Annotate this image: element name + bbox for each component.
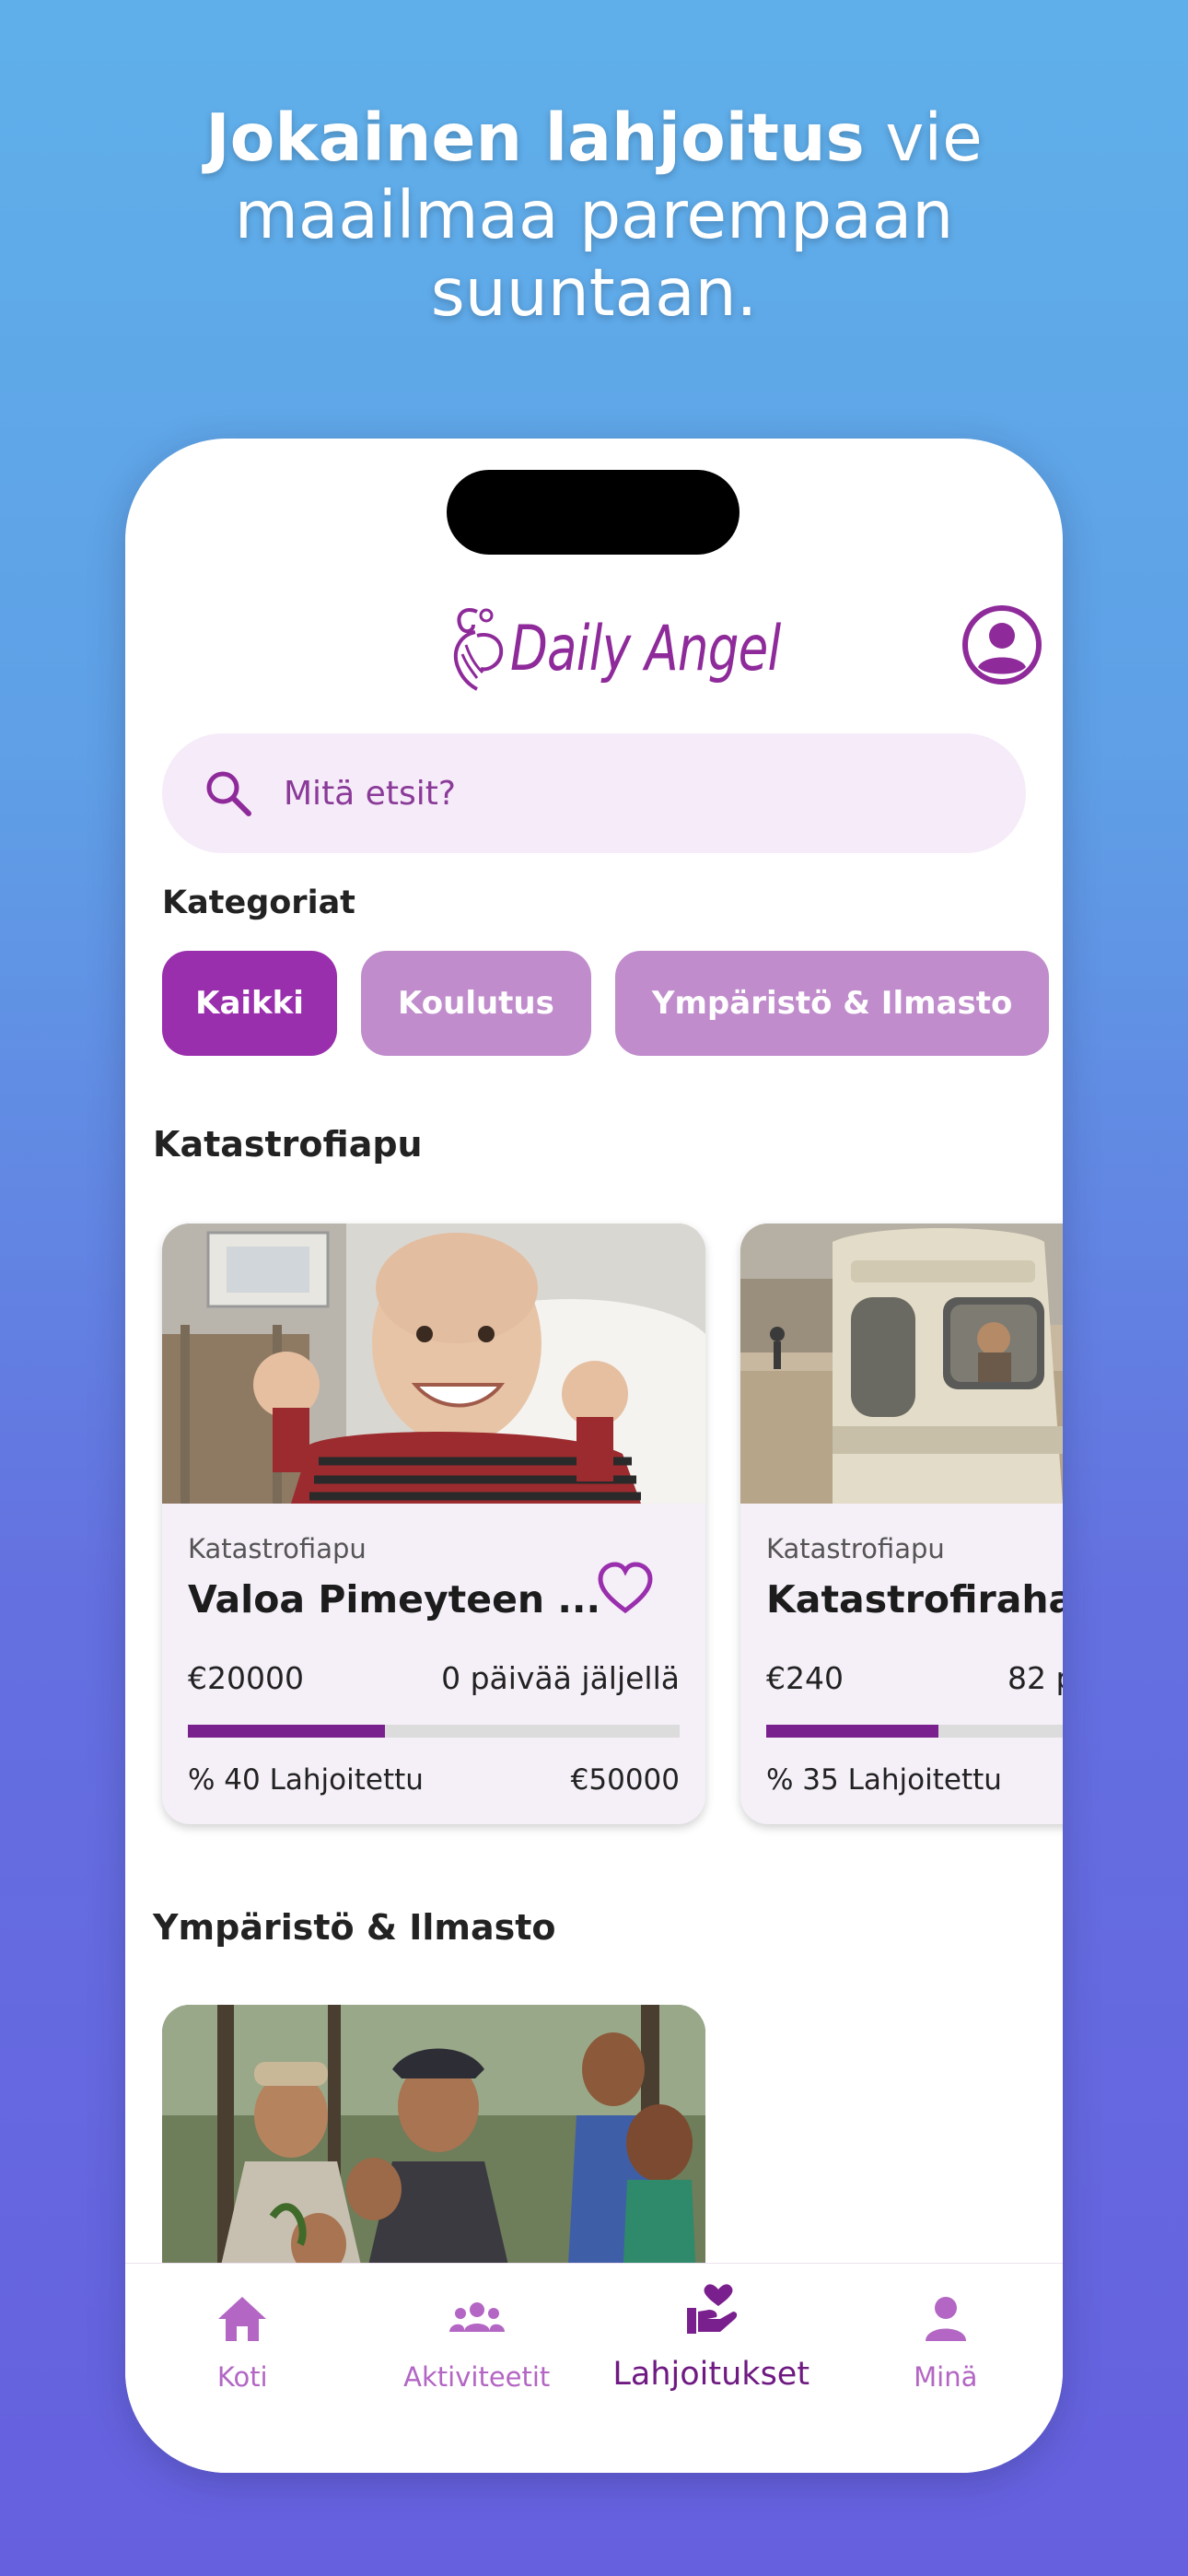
profile-button[interactable] — [961, 604, 1042, 685]
campaign-card[interactable]: Katastrofiapu Katastrofirahas €240 82 p … — [740, 1224, 1063, 1824]
section-title-katastrofiapu: Katastrofiapu — [153, 1124, 423, 1165]
tab-label: Aktiviteetit — [403, 2361, 551, 2393]
tab-label: Lahjoitukset — [612, 2356, 810, 2393]
campaign-photo-children-forest — [162, 2005, 705, 2281]
home-icon — [218, 2297, 267, 2341]
campaign-title: Valoa Pimeyteen ... — [188, 1577, 601, 1622]
angel-logo-icon — [453, 608, 504, 691]
headline-bold: Jokainen lahjoitus — [205, 100, 865, 176]
chip-koulutus[interactable]: Koulutus — [361, 951, 591, 1056]
tab-aktiviteetit[interactable]: Aktiviteetit — [360, 2264, 595, 2473]
campaign-raised: €20000 — [188, 1660, 304, 1696]
promo-headline: Jokainen lahjoitus vie maailmaa parempaa… — [0, 100, 1188, 332]
katastrofiapu-cards: Katastrofiapu Valoa Pimeyteen ... €20000… — [162, 1224, 1063, 1824]
progress-bar — [188, 1725, 680, 1738]
tab-lahjoitukset[interactable]: Lahjoitukset — [594, 2264, 829, 2473]
ymparisto-cards — [162, 2005, 705, 2281]
tab-mina[interactable]: Minä — [829, 2264, 1064, 2473]
campaign-percent: % 35 Lahjoitettu — [766, 1763, 1002, 1797]
tab-label: Koti — [216, 2361, 268, 2393]
phone-frame: Daily Angel Kategoriat Kaikki Koulutus Y… — [125, 439, 1063, 2473]
search-icon — [206, 771, 251, 816]
campaign-category: Katastrofiapu — [766, 1533, 945, 1564]
bottom-tab-bar: Koti Aktiviteetit Lahjoitukset Minä — [125, 2263, 1063, 2473]
person-icon — [925, 2297, 966, 2341]
headline-line3: suuntaan. — [430, 254, 758, 331]
chip-ymparisto-ilmasto[interactable]: Ympäristö & Ilmasto — [614, 951, 1050, 1056]
logo-text: Daily Angel — [510, 612, 781, 685]
search-bar[interactable] — [162, 733, 1026, 853]
app-logo: Daily Angel — [449, 603, 856, 695]
category-chips: Kaikki Koulutus Ympäristö & Ilmasto — [162, 951, 1063, 1056]
chip-kaikki[interactable]: Kaikki — [162, 951, 337, 1056]
headline-line2: maailmaa parempaan — [234, 177, 954, 253]
dynamic-island — [447, 470, 740, 555]
progress-bar — [766, 1725, 1063, 1738]
search-input[interactable] — [282, 773, 930, 814]
campaign-category: Katastrofiapu — [188, 1533, 367, 1564]
campaign-card[interactable] — [162, 2005, 705, 2281]
progress-fill — [766, 1725, 938, 1738]
campaign-photo-child-hospital — [162, 1224, 705, 1504]
tab-label: Minä — [914, 2361, 978, 2393]
campaign-goal: €50000 — [570, 1763, 680, 1797]
donation-hand-heart-icon — [687, 2284, 738, 2334]
campaign-card[interactable]: Katastrofiapu Valoa Pimeyteen ... €20000… — [162, 1224, 705, 1824]
profile-icon — [962, 605, 1042, 685]
campaign-percent: % 40 Lahjoitettu — [188, 1763, 424, 1797]
section-title-ymparisto-ilmasto: Ympäristö & Ilmasto — [153, 1907, 556, 1948]
categories-title: Kategoriat — [162, 884, 355, 921]
campaign-raised: €240 — [766, 1660, 844, 1696]
campaign-photo-child-van — [740, 1224, 1063, 1504]
progress-fill — [188, 1725, 385, 1738]
tab-koti[interactable]: Koti — [125, 2264, 360, 2473]
campaign-days-left: 82 p — [1007, 1660, 1063, 1696]
headline-line1-rest: vie — [864, 100, 983, 176]
group-icon — [448, 2302, 505, 2332]
campaign-days-left: 0 päivää jäljellä — [441, 1660, 680, 1696]
favorite-heart-icon[interactable] — [595, 1559, 656, 1620]
campaign-title: Katastrofirahas — [766, 1577, 1063, 1622]
